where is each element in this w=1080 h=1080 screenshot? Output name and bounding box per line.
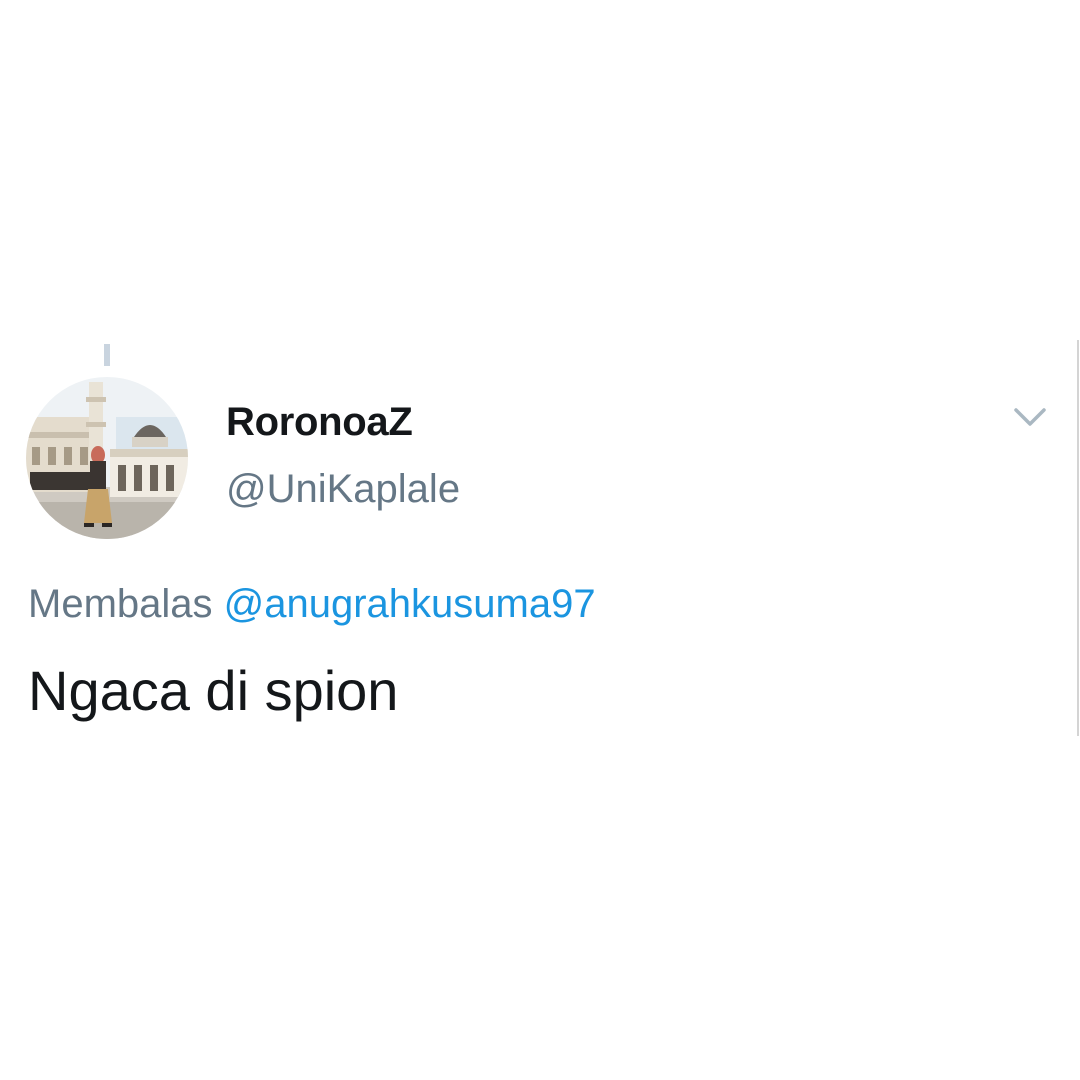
user-handle[interactable]: @UniKaplale: [226, 467, 460, 512]
avatar-spire-overflow: [104, 344, 110, 366]
display-name[interactable]: RoronoaZ: [226, 400, 413, 445]
card-divider: [1077, 340, 1079, 736]
avatar-image: [26, 377, 188, 539]
reply-context: Membalas @anugrahkusuma97: [28, 582, 596, 627]
chevron-down-icon[interactable]: [1010, 402, 1050, 432]
reply-prefix: Membalas: [28, 582, 213, 626]
avatar[interactable]: [26, 377, 188, 539]
reply-mention-link[interactable]: @anugrahkusuma97: [224, 582, 596, 626]
tweet-text: Ngaca di spion: [28, 659, 399, 722]
